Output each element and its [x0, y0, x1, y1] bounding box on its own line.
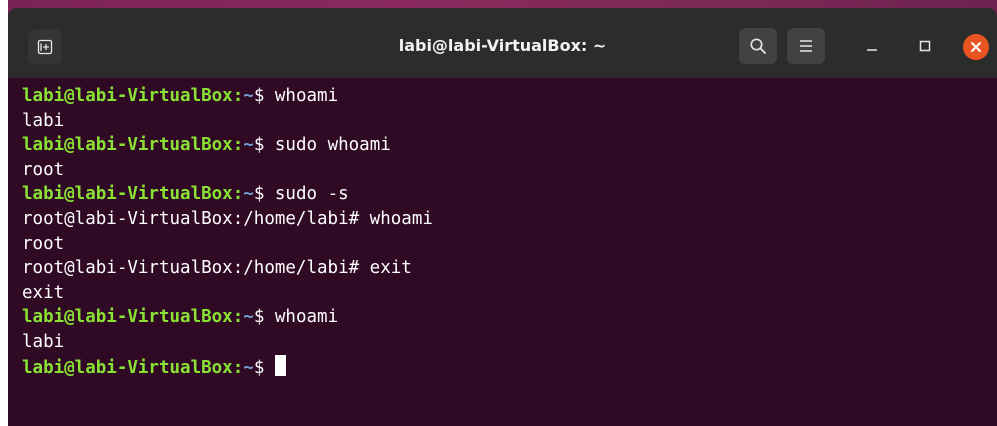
- output-line: root@labi-VirtualBox:/home/labi# exit: [22, 258, 412, 279]
- prompt-symbol: $: [253, 357, 275, 378]
- prompt-line: labi@labi-VirtualBox:~$ whoami: [22, 84, 433, 109]
- output-line: exit: [22, 282, 65, 303]
- desktop-background: labi@labi-VirtualBox: ~ labi@labi-Virtua…: [0, 0, 997, 426]
- minimize-icon: [867, 49, 877, 51]
- maximize-button[interactable]: [911, 32, 939, 60]
- prompt-separator: :: [232, 135, 244, 156]
- terminal-area[interactable]: labi@labi-VirtualBox:~$ whoami labi labi@l…: [8, 78, 997, 426]
- prompt-symbol: $: [253, 307, 275, 328]
- title-bar[interactable]: labi@labi-VirtualBox: ~: [8, 8, 997, 78]
- menu-button[interactable]: [787, 28, 825, 64]
- prompt-symbol: $: [253, 86, 275, 106]
- output-line: labi: [22, 331, 65, 352]
- terminal-window: labi@labi-VirtualBox: ~ labi@labi-Virtua…: [8, 8, 997, 426]
- prompt-user-host: labi@labi-VirtualBox: [22, 357, 233, 378]
- prompt-symbol: $: [253, 135, 275, 156]
- prompt-path: ~: [243, 357, 254, 378]
- search-icon: [750, 38, 766, 54]
- prompt-user-host: labi@labi-VirtualBox: [22, 135, 233, 156]
- prompt-separator: :: [232, 307, 244, 328]
- prompt-path: ~: [243, 184, 254, 205]
- minimize-button[interactable]: [858, 32, 886, 60]
- command-text: sudo whoami: [274, 135, 391, 156]
- output-line: root@labi-VirtualBox:/home/labi# whoami: [22, 208, 433, 229]
- prompt-user-host: labi@labi-VirtualBox: [22, 307, 233, 328]
- terminal-output: labi@labi-VirtualBox:~$ whoami labi labi@l…: [22, 84, 433, 379]
- search-button[interactable]: [739, 28, 777, 64]
- prompt-path: ~: [243, 307, 254, 328]
- text-cursor: [274, 354, 286, 376]
- prompt-path: ~: [243, 135, 254, 156]
- prompt-line: labi@labi-VirtualBox:~$ sudo whoami: [22, 133, 433, 158]
- window-title: labi@labi-VirtualBox: ~: [398, 36, 607, 55]
- hamburger-menu-icon: [800, 40, 812, 52]
- output-line: labi: [22, 110, 65, 131]
- prompt-separator: :: [232, 86, 244, 106]
- prompt-user-host: labi@labi-VirtualBox: [22, 184, 233, 205]
- prompt-line: labi@labi-VirtualBox:~$: [22, 354, 433, 380]
- prompt-symbol: $: [253, 184, 275, 205]
- prompt-user-host: labi@labi-VirtualBox: [22, 86, 233, 106]
- close-icon: [971, 42, 981, 52]
- close-button[interactable]: [963, 34, 989, 60]
- prompt-separator: :: [232, 184, 244, 205]
- prompt-line: labi@labi-VirtualBox:~$ sudo -s: [22, 182, 433, 207]
- command-text: whoami: [274, 307, 339, 328]
- command-text: whoami: [274, 86, 339, 106]
- prompt-path: ~: [243, 86, 254, 106]
- output-line: root: [22, 159, 65, 180]
- output-line: root: [22, 233, 65, 254]
- prompt-separator: :: [232, 357, 244, 378]
- maximize-icon: [919, 40, 931, 52]
- prompt-line: labi@labi-VirtualBox:~$ whoami: [22, 305, 433, 330]
- command-text: sudo -s: [274, 184, 349, 205]
